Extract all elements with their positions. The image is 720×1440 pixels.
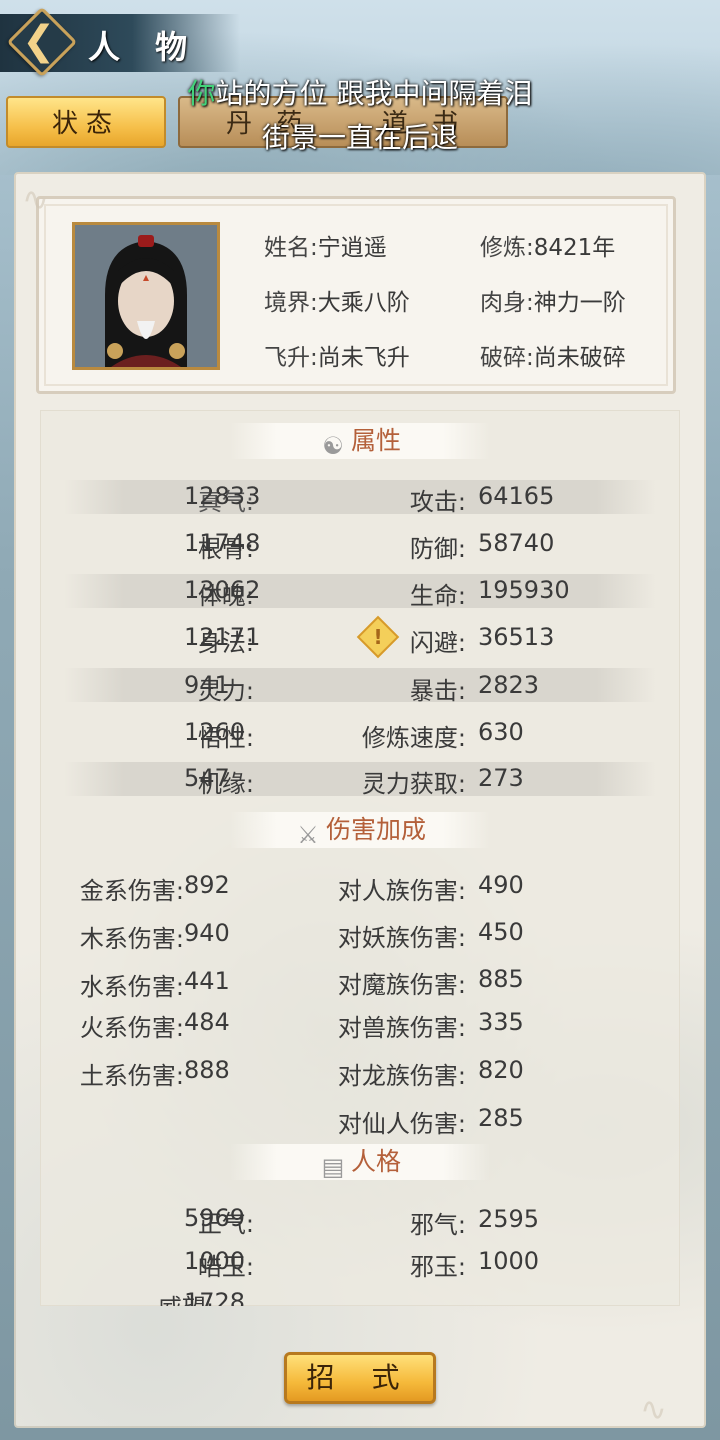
info-body-value: 神力一阶 bbox=[533, 290, 626, 316]
dmg-vs-demon-label: 对妖族伤害: bbox=[337, 924, 466, 952]
info-ascend-value: 尚未飞升 bbox=[317, 345, 410, 371]
clipped-row: 威望: 1728 bbox=[40, 1288, 680, 1306]
info-cultivation-value: 8421年 bbox=[533, 235, 616, 261]
stat-gengu-value: 11748 bbox=[184, 529, 261, 557]
document-icon: ▤ bbox=[321, 1153, 345, 1181]
dmg-fire-label: 火系伤害: bbox=[79, 1014, 184, 1042]
subtitle-line-2: 街景一直在后退 bbox=[261, 121, 458, 154]
dmg-vs-dragon-value: 820 bbox=[478, 1056, 524, 1084]
stat-wuxing-value: 1260 bbox=[184, 718, 246, 746]
dmg-vs-demon-value: 450 bbox=[478, 918, 524, 946]
info-cultivation-label: 修炼: bbox=[480, 235, 534, 261]
row-stripe bbox=[64, 762, 656, 796]
section-header-personality: ▤ 人格 bbox=[230, 1144, 490, 1181]
stat-train-speed-value: 630 bbox=[478, 718, 524, 746]
section-title-damage: 伤害加成 bbox=[325, 815, 426, 844]
info-name: 姓名:宁逍遥 bbox=[264, 228, 387, 262]
stat-lingli-value: 941 bbox=[184, 671, 230, 699]
stat-dodge-value: 36513 bbox=[478, 623, 555, 651]
info-shatter-label: 破碎: bbox=[480, 345, 534, 371]
info-realm: 境界:大乘八阶 bbox=[264, 283, 410, 317]
dmg-vs-beast-label: 对兽族伤害: bbox=[337, 1014, 466, 1042]
dmg-vs-devil-label: 对魔族伤害: bbox=[337, 971, 466, 999]
dmg-water-value: 441 bbox=[184, 967, 230, 995]
pers-evil-value: 2595 bbox=[478, 1205, 540, 1233]
stat-dodge-label: 闪避: bbox=[409, 629, 466, 657]
stat-crit-label: 暴击: bbox=[409, 677, 466, 705]
pers-evil-label: 邪气: bbox=[409, 1211, 466, 1239]
pers-prestige-value: 1728 bbox=[184, 1288, 246, 1306]
row-stripe bbox=[64, 480, 656, 514]
info-name-value: 宁逍遥 bbox=[317, 235, 387, 261]
stat-defense-label: 防御: bbox=[409, 535, 466, 563]
cloud-ornament: ∿ bbox=[640, 1390, 667, 1428]
chevron-left-icon[interactable]: ❮ bbox=[22, 18, 62, 64]
dmg-metal-value: 892 bbox=[184, 871, 230, 899]
dmg-vs-immortal-label: 对仙人伤害: bbox=[337, 1110, 466, 1138]
cloud-ornament: ∿ bbox=[22, 180, 49, 218]
section-title-attributes: 属性 bbox=[350, 426, 401, 455]
section-header-damage: ⚔ 伤害加成 bbox=[230, 812, 490, 849]
row-stripe bbox=[64, 668, 656, 702]
section-title-personality: 人格 bbox=[350, 1147, 401, 1176]
stat-shenfa-value: 12171 bbox=[184, 623, 261, 651]
info-shatter-value: 尚未破碎 bbox=[533, 345, 626, 371]
dmg-fire-value: 484 bbox=[184, 1008, 230, 1036]
subtitle-line-1: 你站的方位 跟我中间隔着泪 bbox=[0, 72, 720, 112]
subtitle-line-1-text: 站的方位 跟我中间隔着泪 bbox=[215, 77, 533, 110]
stat-life-label: 生命: bbox=[409, 582, 466, 610]
stat-zhenqi-value: 12833 bbox=[184, 482, 261, 510]
info-realm-label: 境界: bbox=[264, 290, 318, 316]
yin-yang-icon: ☯ bbox=[322, 432, 344, 460]
crossed-swords-icon: ⚔ bbox=[297, 821, 319, 849]
stat-lingli-gain-label: 灵力获取: bbox=[361, 770, 466, 798]
exclamation-icon[interactable]: ! bbox=[363, 622, 393, 652]
dmg-metal-label: 金系伤害: bbox=[79, 877, 184, 905]
info-ascend-label: 飞升: bbox=[264, 345, 318, 371]
info-realm-value: 大乘八阶 bbox=[317, 290, 410, 316]
info-body: 肉身:神力一阶 bbox=[480, 283, 626, 317]
dmg-earth-value: 888 bbox=[184, 1056, 230, 1084]
character-portrait[interactable] bbox=[72, 222, 220, 370]
stat-attack-label: 攻击: bbox=[409, 488, 466, 516]
stat-life-value: 195930 bbox=[478, 576, 570, 604]
portrait-illustration bbox=[75, 225, 217, 367]
pers-xieyu-value: 1000 bbox=[478, 1247, 540, 1275]
dmg-vs-dragon-label: 对龙族伤害: bbox=[337, 1062, 466, 1090]
stat-attack-value: 64165 bbox=[478, 482, 555, 510]
dmg-wood-label: 木系伤害: bbox=[79, 925, 184, 953]
dmg-wood-value: 940 bbox=[184, 919, 230, 947]
dmg-earth-label: 土系伤害: bbox=[79, 1062, 184, 1090]
stat-lingli-gain-value: 273 bbox=[478, 764, 524, 792]
info-ascend: 飞升:尚未飞升 bbox=[264, 338, 410, 372]
dmg-vs-immortal-value: 285 bbox=[478, 1104, 524, 1132]
stat-defense-value: 58740 bbox=[478, 529, 555, 557]
info-body-label: 肉身: bbox=[480, 290, 534, 316]
pers-xieyu-label: 邪玉: bbox=[409, 1253, 466, 1281]
dmg-vs-human-value: 490 bbox=[478, 871, 524, 899]
stat-tipo-value: 13062 bbox=[184, 576, 261, 604]
stat-crit-value: 2823 bbox=[478, 671, 540, 699]
info-name-label: 姓名: bbox=[264, 235, 318, 261]
dmg-vs-devil-value: 885 bbox=[478, 965, 524, 993]
info-shatter: 破碎:尚未破碎 bbox=[480, 338, 626, 372]
pers-righteous-value: 5969 bbox=[184, 1204, 246, 1232]
dmg-vs-human-label: 对人族伤害: bbox=[337, 877, 466, 905]
skills-button[interactable]: 招 式 bbox=[284, 1352, 436, 1404]
subtitle-highlight: 你 bbox=[187, 77, 216, 110]
stat-train-speed-label: 修炼速度: bbox=[361, 724, 466, 752]
dmg-water-label: 水系伤害: bbox=[79, 973, 184, 1001]
page-title: 人 物 bbox=[88, 28, 200, 66]
info-cultivation: 修炼:8421年 bbox=[480, 228, 615, 262]
dmg-vs-beast-value: 335 bbox=[478, 1008, 524, 1036]
stat-jiyuan-value: 547 bbox=[184, 764, 230, 792]
section-header-attributes: ☯ 属性 bbox=[230, 423, 490, 460]
pers-haoyu-value: 1000 bbox=[184, 1247, 246, 1275]
